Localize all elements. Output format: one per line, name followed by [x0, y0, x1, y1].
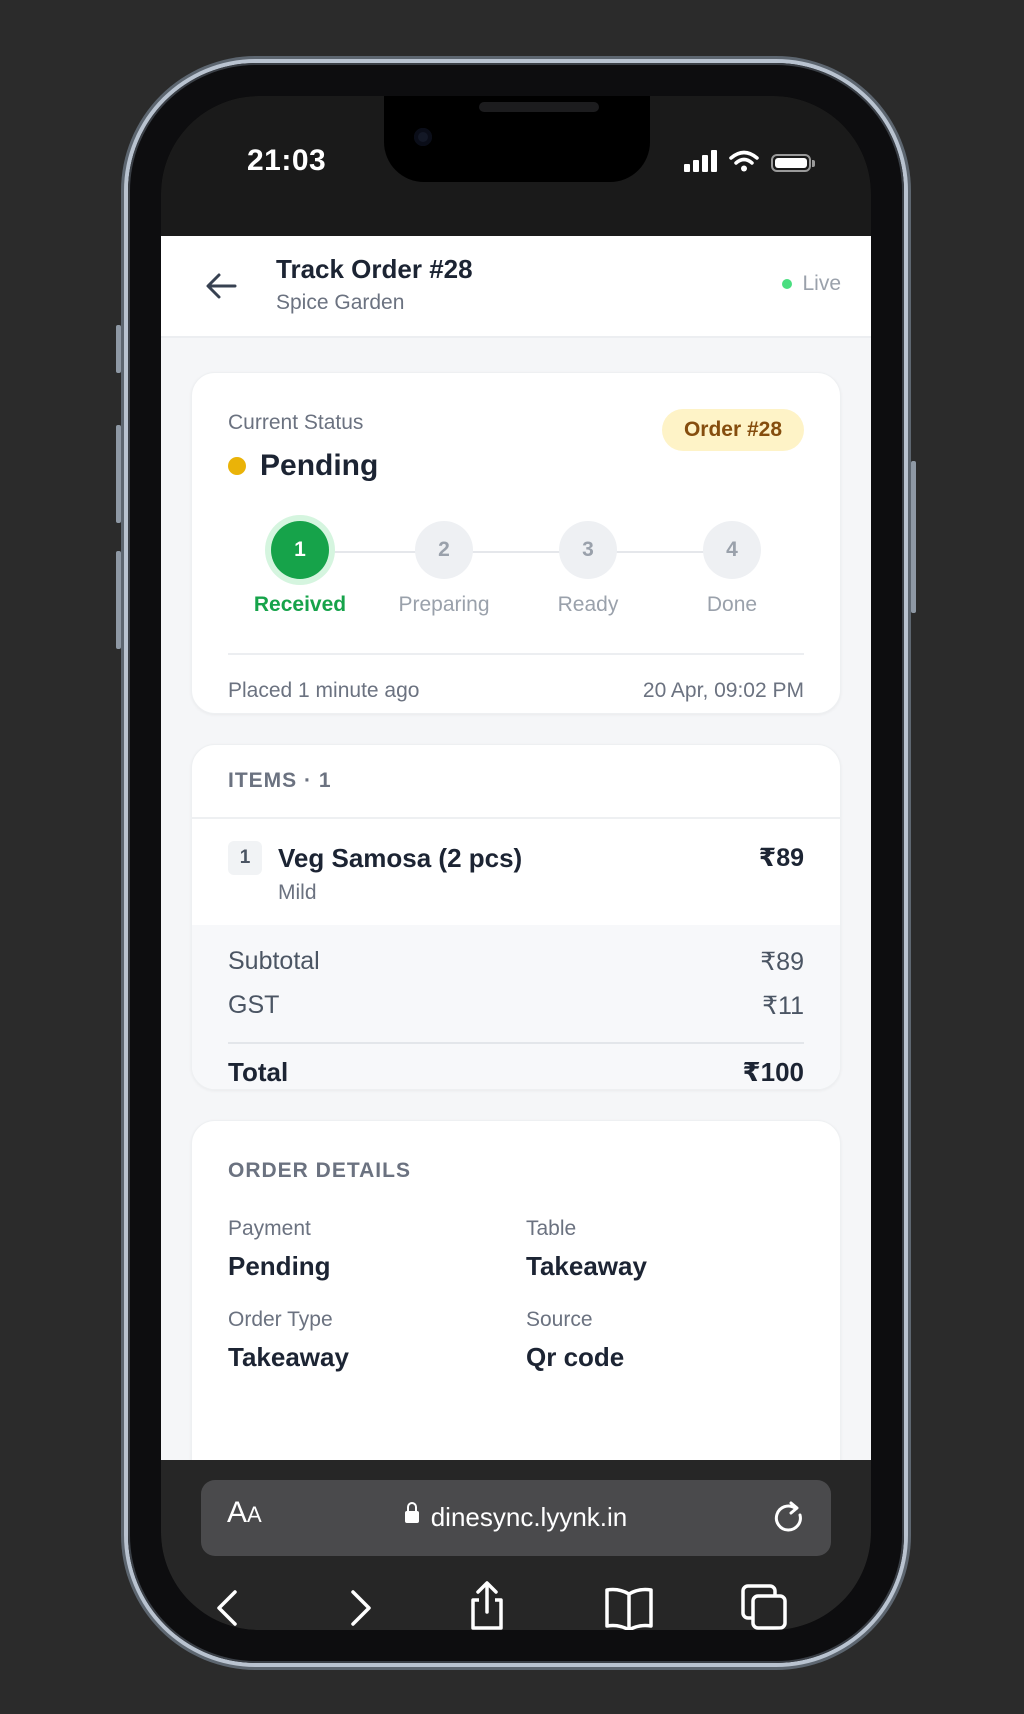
- step-circle: 4: [703, 521, 761, 579]
- total-row: Total ₹100: [228, 1057, 804, 1088]
- step-label: Preparing: [398, 593, 490, 616]
- subtotal-value: ₹89: [760, 948, 804, 976]
- live-dot-icon: [782, 279, 793, 289]
- order-type-label: Order Type: [228, 1308, 333, 1331]
- order-number-badge: Order #28: [661, 409, 804, 451]
- gst-label: GST: [228, 991, 280, 1019]
- wifi-icon: [729, 150, 759, 172]
- volume-down-button: [116, 551, 121, 649]
- step-preparing: 2 Preparing: [372, 521, 516, 617]
- live-label: Live: [802, 272, 841, 295]
- chevron-left-icon[interactable]: [199, 1578, 259, 1630]
- step-label: Ready: [557, 593, 619, 616]
- payment-label: Payment: [228, 1217, 311, 1240]
- payment-value: Pending: [228, 1251, 331, 1281]
- pending-dot-icon: [228, 457, 246, 475]
- current-status-label: Current Status: [228, 411, 364, 434]
- items-heading: ITEMS · 1: [228, 769, 332, 792]
- total-label: Total: [228, 1057, 289, 1087]
- screen: 21:03 Track Order #28 Spice Garden Live …: [161, 96, 871, 1630]
- order-details-heading: ORDER DETAILS: [228, 1159, 411, 1182]
- totals-section: Subtotal ₹89 GST ₹11 Total ₹100: [192, 925, 840, 1089]
- divider: [228, 1042, 804, 1044]
- signal-icon: [684, 150, 717, 172]
- lock-icon: [404, 1502, 419, 1524]
- url-display[interactable]: dinesync.lyynk.in: [201, 1502, 831, 1533]
- divider: [192, 817, 840, 819]
- order-details-card: ORDER DETAILS Payment Pending Table Take…: [191, 1120, 841, 1460]
- gst-row: GST ₹11: [228, 991, 804, 1021]
- page-title: Track Order #28: [276, 254, 473, 284]
- items-card: ITEMS · 1 1 Veg Samosa (2 pcs) Mild ₹89 …: [191, 744, 841, 1090]
- step-label: Done: [706, 593, 758, 616]
- table-value: Takeaway: [526, 1251, 647, 1281]
- step-circle: 1: [271, 521, 329, 579]
- tabs-icon[interactable]: [735, 1578, 795, 1630]
- item-note: Mild: [278, 881, 317, 904]
- front-camera: [414, 128, 432, 146]
- order-type-value: Takeaway: [228, 1342, 349, 1372]
- step-circle: 2: [415, 521, 473, 579]
- step-ready: 3 Ready: [516, 521, 660, 617]
- back-arrow-icon[interactable]: [201, 266, 241, 306]
- url-text: dinesync.lyynk.in: [430, 1502, 628, 1532]
- step-received: 1 Received: [228, 521, 372, 617]
- battery-icon: [771, 154, 815, 172]
- page: Track Order #28 Spice Garden Live Curren…: [161, 236, 871, 1460]
- item-quantity: 1: [228, 841, 262, 875]
- item-price: ₹89: [758, 844, 804, 872]
- status-icons: [684, 150, 815, 172]
- subtotal-label: Subtotal: [228, 947, 320, 975]
- address-bar[interactable]: AA dinesync.lyynk.in: [201, 1480, 831, 1556]
- gst-value: ₹11: [762, 992, 804, 1020]
- subtotal-row: Subtotal ₹89: [228, 947, 804, 977]
- divider: [228, 653, 804, 655]
- volume-up-button: [116, 425, 121, 523]
- phone-frame: 21:03 Track Order #28 Spice Garden Live …: [116, 63, 916, 1663]
- share-icon[interactable]: [457, 1578, 517, 1630]
- reload-icon[interactable]: [769, 1498, 809, 1538]
- status-row: Pending: [228, 449, 378, 483]
- order-timestamp: 20 Apr, 09:02 PM: [642, 679, 804, 702]
- browser-toolbar: AA dinesync.lyynk.in: [161, 1460, 871, 1630]
- progress-steps: 1 Received 2 Preparing 3 Ready 4 Done: [228, 521, 806, 641]
- item-name: Veg Samosa (2 pcs): [278, 843, 523, 873]
- total-value: ₹100: [742, 1057, 804, 1087]
- restaurant-name: Spice Garden: [276, 291, 405, 314]
- mute-switch: [116, 325, 121, 373]
- app-header: Track Order #28 Spice Garden Live: [161, 236, 871, 338]
- source-label: Source: [526, 1308, 593, 1331]
- browser-nav: [161, 1578, 871, 1630]
- chevron-right-icon[interactable]: [329, 1578, 389, 1630]
- live-indicator: Live: [782, 272, 841, 296]
- speaker-grille: [479, 102, 599, 112]
- step-done: 4 Done: [660, 521, 804, 617]
- source-value: Qr code: [526, 1342, 625, 1372]
- status-card: Current Status Pending Order #28 1 Recei…: [191, 372, 841, 714]
- table-label: Table: [526, 1217, 577, 1240]
- step-label: Received: [253, 593, 347, 616]
- bookmarks-icon[interactable]: [599, 1578, 659, 1630]
- status-value: Pending: [260, 449, 379, 482]
- power-button: [911, 461, 916, 613]
- step-circle: 3: [559, 521, 617, 579]
- placed-time: Placed 1 minute ago: [228, 679, 420, 702]
- status-time: 21:03: [247, 144, 327, 177]
